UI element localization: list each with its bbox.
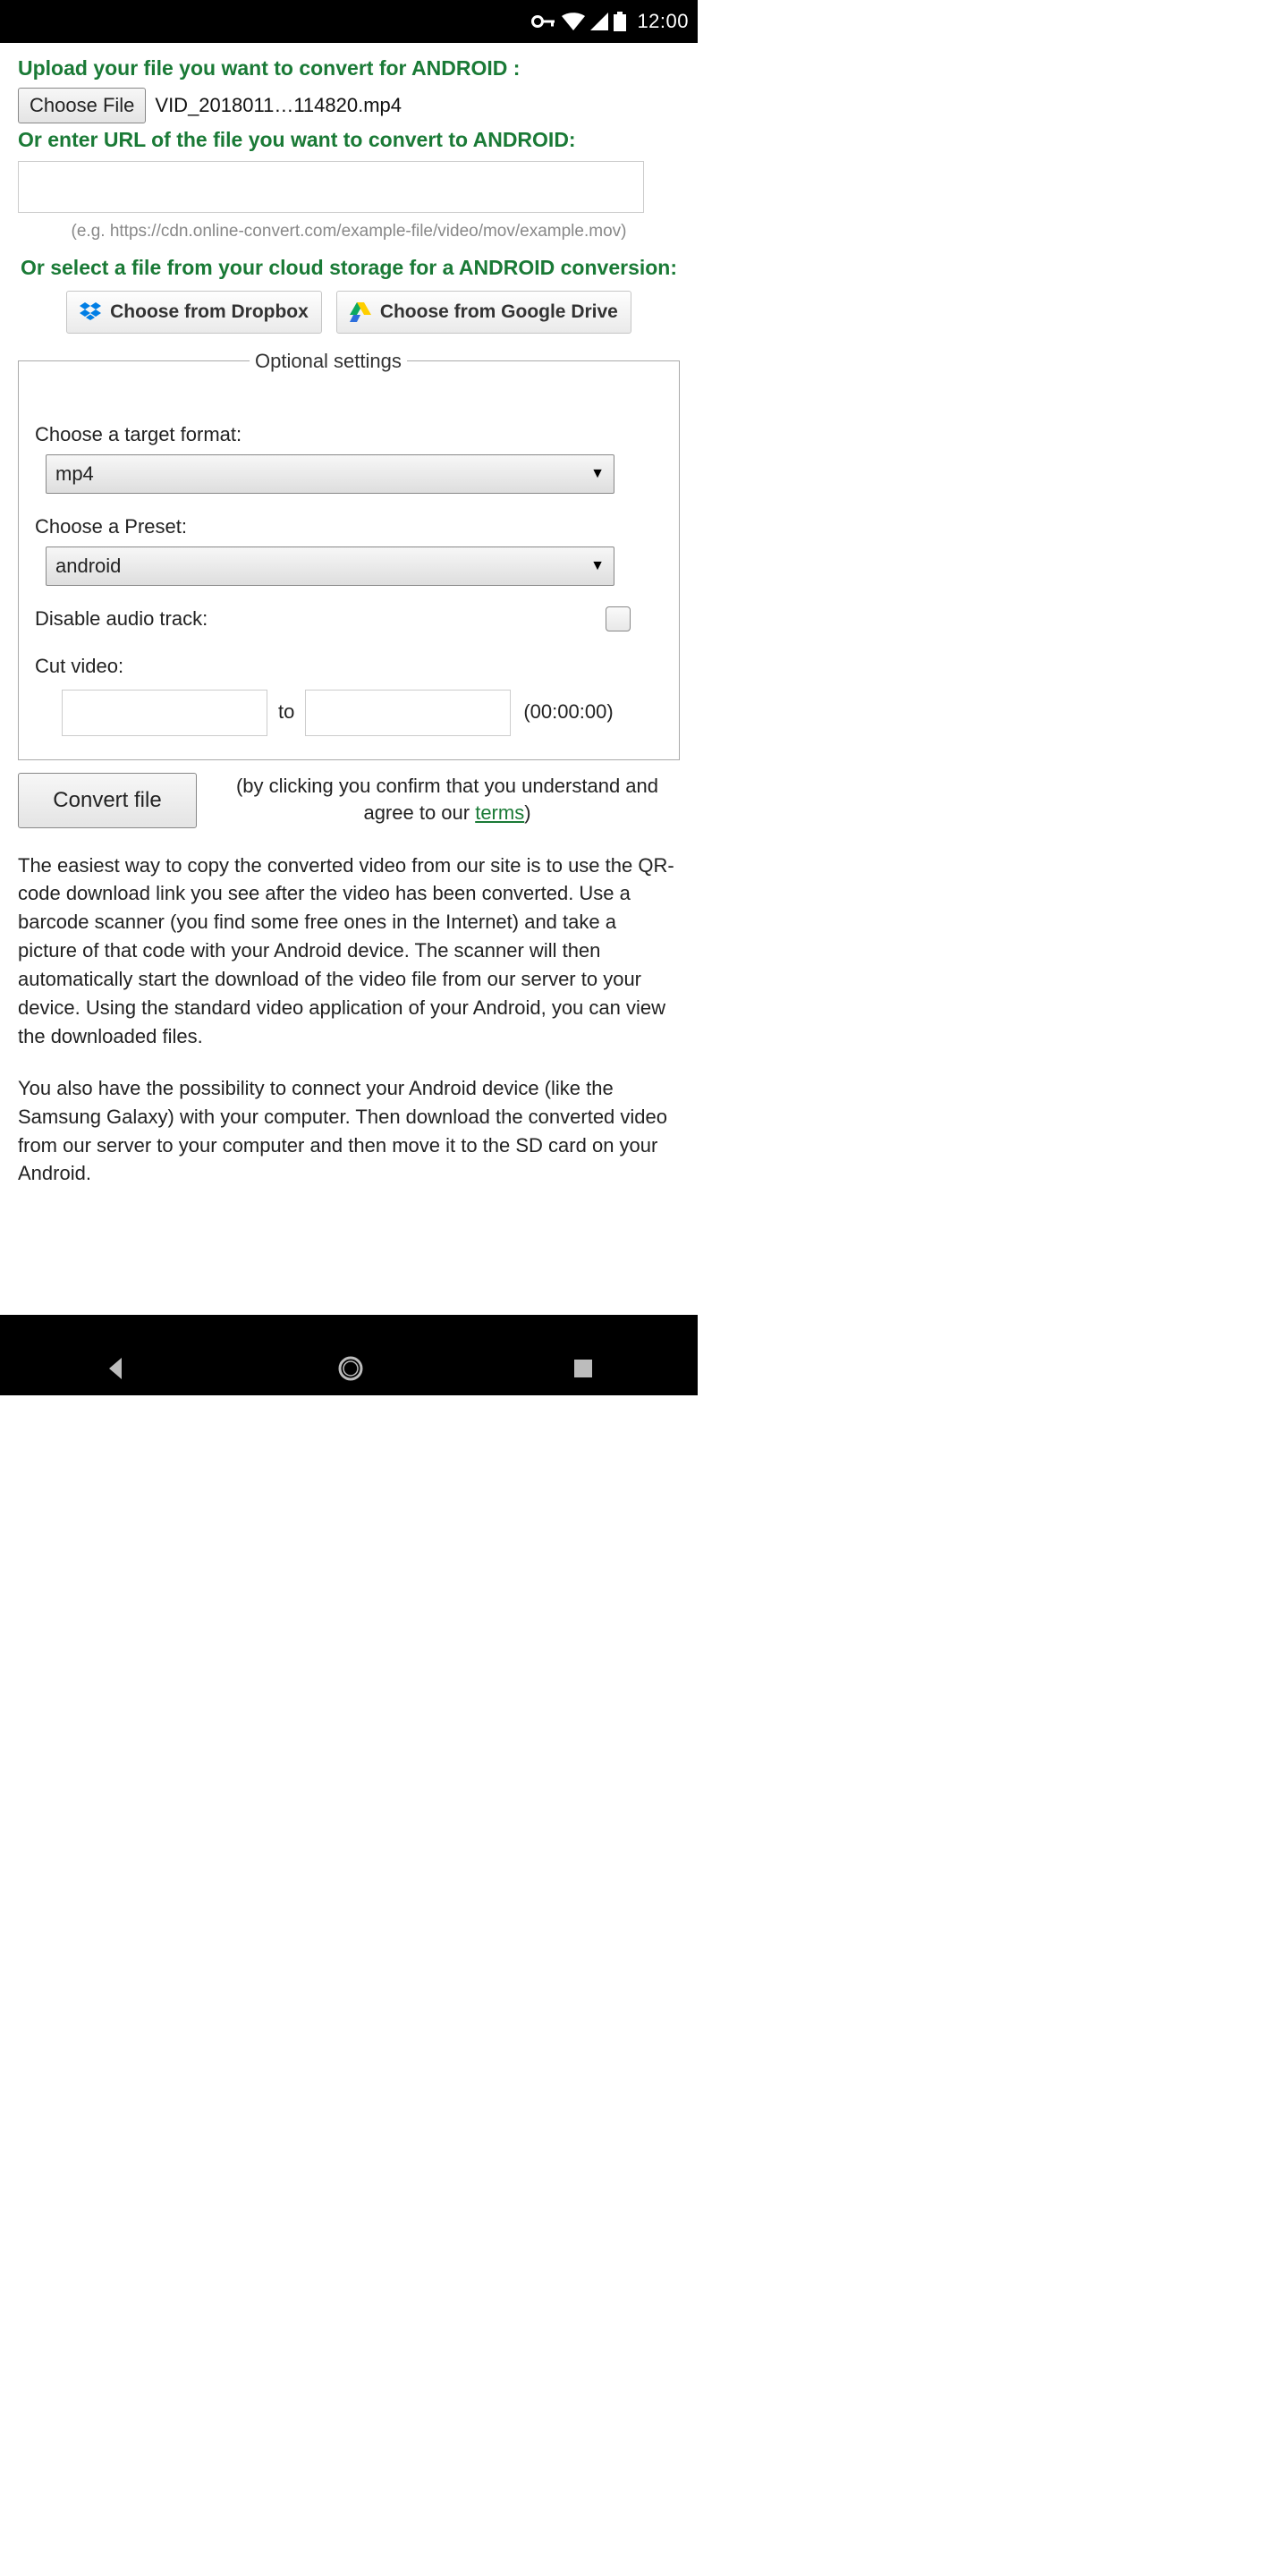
target-format-select[interactable]: mp4 ▼ [46, 454, 614, 494]
convert-row: Convert file (by clicking you confirm th… [18, 773, 680, 828]
upload-heading: Upload your file you want to convert for… [18, 54, 680, 82]
url-heading: Or enter URL of the file you want to con… [18, 125, 680, 154]
dropbox-icon [80, 302, 101, 322]
url-input[interactable] [18, 161, 644, 213]
convert-button-label: Convert file [53, 785, 161, 816]
vpn-key-icon [531, 13, 556, 30]
chevron-down-icon: ▼ [590, 556, 605, 576]
android-nav-bar [0, 1315, 698, 1395]
terms-link[interactable]: terms [475, 801, 524, 824]
google-drive-icon [350, 302, 371, 322]
disable-audio-checkbox[interactable] [606, 606, 631, 631]
nav-back-icon[interactable] [104, 1356, 129, 1381]
cloud-heading: Or select a file from your cloud storage… [18, 253, 680, 282]
android-status-bar: 12:00 [0, 0, 698, 43]
disable-audio-row: Disable audio track: [35, 606, 663, 633]
optional-settings-fieldset: Optional settings Choose a target format… [18, 348, 680, 760]
convert-file-button[interactable]: Convert file [18, 773, 197, 828]
convert-disclaimer: (by clicking you confirm that you unders… [215, 773, 680, 828]
preset-label: Choose a Preset: [35, 513, 663, 541]
disclaimer-prefix: (by clicking you confirm that you unders… [236, 775, 658, 825]
disclaimer-suffix: ) [524, 801, 530, 824]
cut-end-input[interactable] [305, 690, 511, 736]
disable-audio-label: Disable audio track: [35, 606, 208, 633]
cut-time-hint: (00:00:00) [523, 699, 613, 726]
optional-settings-legend: Optional settings [250, 348, 407, 376]
dropbox-button-label: Choose from Dropbox [110, 299, 309, 325]
url-example-hint: (e.g. https://cdn.online-convert.com/exa… [18, 220, 680, 244]
selected-filename: VID_2018011…114820.mp4 [155, 92, 402, 120]
info-paragraph-1: The easiest way to copy the converted vi… [18, 852, 680, 1051]
google-drive-button[interactable]: Choose from Google Drive [336, 291, 631, 333]
cut-start-input[interactable] [62, 690, 267, 736]
nav-recent-icon[interactable] [572, 1358, 594, 1379]
dropbox-button[interactable]: Choose from Dropbox [66, 291, 322, 333]
cloud-buttons-row: Choose from Dropbox Choose from Google D… [18, 291, 680, 333]
nav-home-icon[interactable] [336, 1354, 365, 1383]
cut-video-label: Cut video: [35, 653, 663, 681]
preset-select[interactable]: android ▼ [46, 547, 614, 586]
choose-file-button[interactable]: Choose File [18, 88, 146, 123]
preset-value: android [55, 553, 121, 580]
google-drive-button-label: Choose from Google Drive [380, 299, 618, 325]
cut-to-label: to [278, 699, 294, 726]
target-format-value: mp4 [55, 461, 94, 488]
status-icons: 12:00 [531, 10, 689, 33]
cell-signal-icon [590, 13, 608, 30]
cut-video-row: to (00:00:00) [62, 690, 663, 736]
info-paragraph-2: You also have the possibility to connect… [18, 1074, 680, 1189]
target-format-label: Choose a target format: [35, 421, 663, 449]
battery-icon [614, 12, 626, 31]
file-chooser-row: Choose File VID_2018011…114820.mp4 [18, 88, 680, 123]
page-content: Upload your file you want to convert for… [0, 43, 698, 1188]
status-clock: 12:00 [637, 10, 689, 33]
chevron-down-icon: ▼ [590, 464, 605, 484]
wifi-icon [562, 13, 585, 30]
